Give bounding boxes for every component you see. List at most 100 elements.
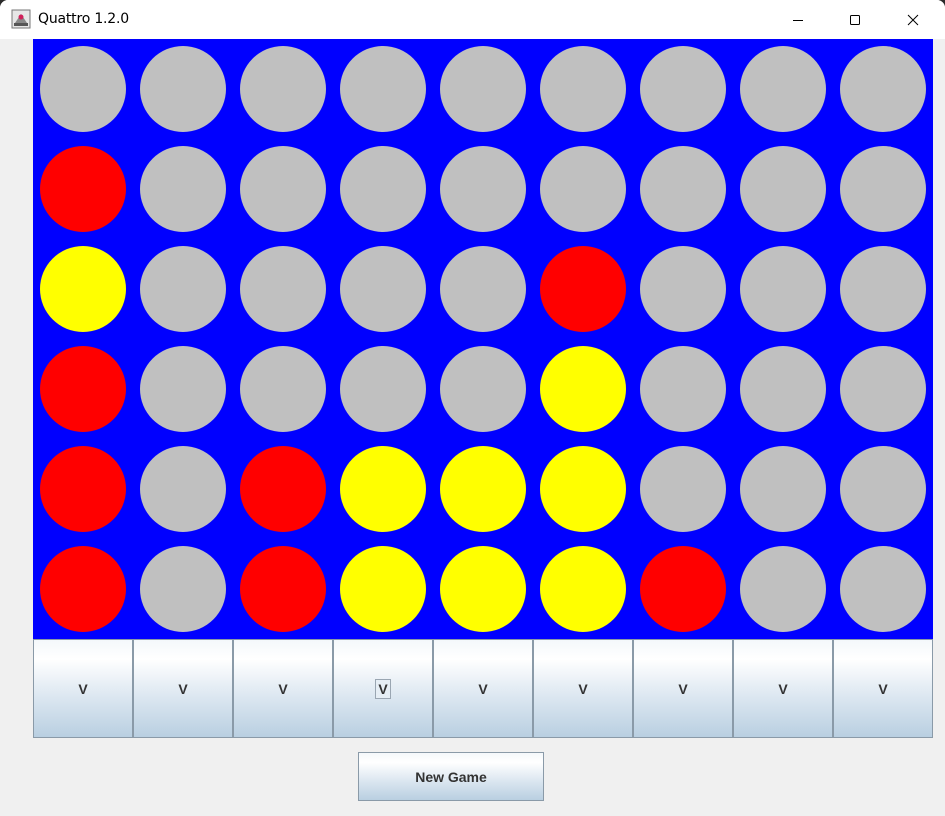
- empty-slot: [140, 346, 226, 432]
- drop-button-label: V: [578, 680, 588, 697]
- red-disc: [240, 446, 326, 532]
- empty-slot: [840, 146, 926, 232]
- board-cell: [833, 539, 933, 639]
- empty-slot: [440, 46, 526, 132]
- board-cell: [533, 39, 633, 139]
- drop-button-column-7[interactable]: V: [633, 639, 733, 738]
- empty-slot: [140, 546, 226, 632]
- drop-button-label: V: [375, 678, 391, 699]
- board-cell: [733, 439, 833, 539]
- close-button[interactable]: [884, 0, 942, 39]
- game-board: [33, 39, 933, 639]
- yellow-disc: [340, 446, 426, 532]
- board-cell: [33, 439, 133, 539]
- yellow-disc: [540, 346, 626, 432]
- board-cell: [133, 439, 233, 539]
- drop-button-column-5[interactable]: V: [433, 639, 533, 738]
- drop-button-column-3[interactable]: V: [233, 639, 333, 738]
- yellow-disc: [440, 446, 526, 532]
- empty-slot: [840, 246, 926, 332]
- board-cell: [833, 139, 933, 239]
- board-cell: [333, 239, 433, 339]
- new-game-label: New Game: [415, 768, 487, 785]
- maximize-button[interactable]: [826, 0, 884, 39]
- new-game-button[interactable]: New Game: [358, 752, 544, 801]
- board-cell: [533, 239, 633, 339]
- board-cell: [433, 439, 533, 539]
- empty-slot: [140, 46, 226, 132]
- board-cell: [233, 339, 333, 439]
- yellow-disc: [340, 546, 426, 632]
- board-cell: [533, 339, 633, 439]
- board-cell: [133, 539, 233, 639]
- board-cell: [833, 39, 933, 139]
- board-cell: [833, 439, 933, 539]
- window-title: Quattro 1.2.0: [38, 11, 129, 27]
- empty-slot: [240, 46, 326, 132]
- drop-button-row: VVVVVVVVV: [33, 639, 933, 738]
- board-cell: [333, 439, 433, 539]
- drop-button-label: V: [278, 680, 288, 697]
- board-cell: [633, 539, 733, 639]
- empty-slot: [640, 446, 726, 532]
- empty-slot: [640, 146, 726, 232]
- empty-slot: [340, 46, 426, 132]
- board-cell: [233, 439, 333, 539]
- empty-slot: [740, 446, 826, 532]
- empty-slot: [40, 46, 126, 132]
- drop-button-column-1[interactable]: V: [33, 639, 133, 738]
- board-cell: [433, 39, 533, 139]
- drop-button-label: V: [478, 680, 488, 697]
- drop-button-label: V: [778, 680, 788, 697]
- board-cell: [833, 239, 933, 339]
- drop-button-label: V: [678, 680, 688, 697]
- board-cell: [133, 239, 233, 339]
- board-cell: [233, 239, 333, 339]
- empty-slot: [840, 46, 926, 132]
- drop-button-column-6[interactable]: V: [533, 639, 633, 738]
- empty-slot: [540, 146, 626, 232]
- empty-slot: [540, 46, 626, 132]
- app-window: Quattro 1.2.0 V V V V V V V V V New Game: [0, 0, 945, 816]
- empty-slot: [240, 146, 326, 232]
- drop-button-column-2[interactable]: V: [133, 639, 233, 738]
- minimize-icon: [793, 19, 803, 21]
- empty-slot: [240, 346, 326, 432]
- board-cell: [733, 239, 833, 339]
- empty-slot: [440, 146, 526, 232]
- board-cell: [733, 139, 833, 239]
- yellow-disc: [540, 446, 626, 532]
- board-cell: [33, 39, 133, 139]
- drop-button-column-9[interactable]: V: [833, 639, 933, 738]
- drop-button-column-4[interactable]: V: [333, 639, 433, 738]
- empty-slot: [440, 346, 526, 432]
- board-cell: [133, 339, 233, 439]
- board-cell: [633, 239, 733, 339]
- empty-slot: [140, 146, 226, 232]
- drop-button-label: V: [878, 680, 888, 697]
- drop-button-label: V: [78, 680, 88, 697]
- close-icon: [907, 14, 919, 25]
- board-cell: [33, 339, 133, 439]
- empty-slot: [740, 146, 826, 232]
- yellow-disc: [40, 246, 126, 332]
- board-cell: [633, 439, 733, 539]
- board-cell: [333, 39, 433, 139]
- board-cell: [733, 39, 833, 139]
- board-cell: [833, 339, 933, 439]
- board-cell: [633, 39, 733, 139]
- board-cell: [533, 539, 633, 639]
- board-cell: [233, 39, 333, 139]
- red-disc: [40, 146, 126, 232]
- minimize-button[interactable]: [769, 0, 827, 39]
- board-cell: [733, 339, 833, 439]
- maximize-icon: [850, 14, 860, 25]
- red-disc: [40, 546, 126, 632]
- drop-button-column-8[interactable]: V: [733, 639, 833, 738]
- red-disc: [240, 546, 326, 632]
- yellow-disc: [540, 546, 626, 632]
- board-cell: [433, 539, 533, 639]
- title-bar[interactable]: Quattro 1.2.0: [0, 0, 945, 39]
- red-disc: [640, 546, 726, 632]
- board-cell: [533, 139, 633, 239]
